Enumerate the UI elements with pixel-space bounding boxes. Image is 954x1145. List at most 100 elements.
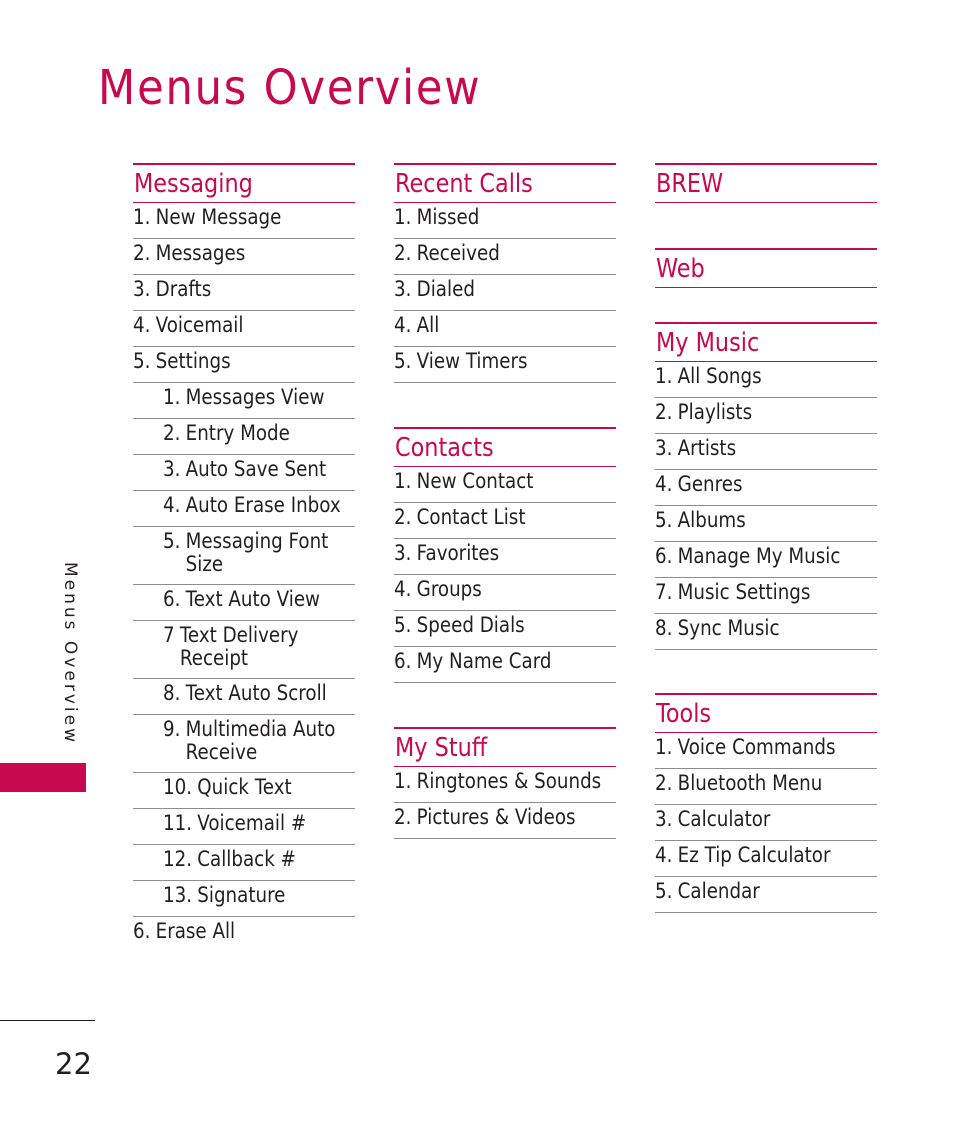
- menu-item: 4. Genres: [655, 470, 877, 506]
- menu-item: 1. New Message: [133, 203, 355, 239]
- menu-item-label: My Name Card: [416, 649, 552, 673]
- menu-item: 4. Groups: [394, 575, 616, 611]
- section-web: Web: [655, 248, 877, 288]
- section-brew: BREW: [655, 163, 877, 203]
- section-title: My Stuff: [395, 733, 488, 763]
- submenu-item: 2. Entry Mode: [133, 419, 355, 455]
- submenu-item: 6. Text Auto View: [133, 585, 355, 621]
- menu-item: 5. Calendar: [655, 877, 877, 913]
- menu-item-content: 10. Quick Text: [163, 776, 355, 799]
- menu-item: 1. Missed: [394, 203, 616, 239]
- menu-item-content: 5. Messaging Font Size: [163, 530, 355, 576]
- menu-item-number: 4.: [394, 313, 412, 337]
- section-tools: Tools 1. Voice Commands 2. Bluetooth Menu 3. C…: [655, 693, 877, 913]
- menu-item-content: 3. Favorites: [394, 542, 616, 565]
- menu-item-content: 8. Text Auto Scroll: [163, 682, 355, 705]
- menu-item-label: Voice Commands: [677, 735, 836, 759]
- section-title: Recent Calls: [395, 169, 533, 199]
- menu-item-content: 3. Auto Save Sent: [163, 458, 355, 481]
- menu-item-label: Multimedia Auto Receive: [185, 717, 336, 764]
- section-title: Contacts: [395, 433, 494, 463]
- menu-item-content: 8. Sync Music: [655, 617, 877, 640]
- section-header: Web: [655, 248, 877, 288]
- menu-item-label: Messages View: [185, 385, 325, 409]
- menu-item-content: 1. New Message: [133, 206, 355, 229]
- menu-item: 4. Voicemail: [133, 311, 355, 347]
- menu-item-content: 5. Calendar: [655, 880, 877, 903]
- menu-item-number: 12.: [163, 847, 193, 871]
- menu-item-label: New Message: [155, 205, 282, 229]
- menu-item: 6. My Name Card: [394, 647, 616, 683]
- menu-item-label: View Timers: [416, 349, 528, 373]
- menu-item-content: 6. My Name Card: [394, 650, 616, 673]
- menu-item-number: 1.: [133, 205, 151, 229]
- menu-item-label: Received: [416, 241, 500, 265]
- menu-item-content: 2. Received: [394, 242, 616, 265]
- menu-item-label: Missed: [416, 205, 480, 229]
- menu-item-content: 2. Contact List: [394, 506, 616, 529]
- menu-item: 5. View Timers: [394, 347, 616, 383]
- submenu-item: 10. Quick Text: [133, 773, 355, 809]
- menu-item: 1. Ringtones & Sounds: [394, 767, 616, 803]
- menu-item-label: Favorites: [416, 541, 500, 565]
- menu-item-content: 4. Genres: [655, 473, 877, 496]
- menu-item: 6. Manage My Music: [655, 542, 877, 578]
- menu-item-content: 4. Ez Tip Calculator: [655, 844, 877, 867]
- menu-item-label: Music Settings: [677, 580, 811, 604]
- menu-item: 3. Calculator: [655, 805, 877, 841]
- menu-item-number: 2.: [655, 400, 673, 424]
- menu-item-label: Genres: [677, 472, 743, 496]
- menu-item-number: 7: [163, 623, 175, 647]
- menu-item-number: 5.: [394, 349, 412, 373]
- section-header: Messaging: [133, 163, 355, 203]
- footer-rule: [0, 1020, 95, 1021]
- submenu-item: 4. Auto Erase Inbox: [133, 491, 355, 527]
- menu-item-number: 1.: [655, 735, 673, 759]
- menu-item-content: 3. Artists: [655, 437, 877, 460]
- menu-item: 2. Pictures & Videos: [394, 803, 616, 839]
- submenu-item: 3. Auto Save Sent: [133, 455, 355, 491]
- menu-item-number: 13.: [163, 883, 193, 907]
- menu-item-label: Calculator: [677, 807, 771, 831]
- menu-item-content: 2. Entry Mode: [163, 422, 355, 445]
- menu-item-label: Manage My Music: [677, 544, 841, 568]
- menu-item-label: Auto Erase Inbox: [185, 493, 341, 517]
- menu-list: 1. Ringtones & Sounds 2. Pictures & Videos: [394, 767, 616, 839]
- menu-item-label: Text Auto Scroll: [185, 681, 327, 705]
- menu-item-number: 5.: [394, 613, 412, 637]
- menu-item-label: Settings: [155, 349, 231, 373]
- menu-item-label: Erase All: [155, 919, 236, 943]
- menu-item-content: 9. Multimedia Auto Receive: [163, 718, 355, 764]
- submenu-item: 8. Text Auto Scroll: [133, 679, 355, 715]
- menu-item-content: 6. Erase All: [133, 920, 355, 943]
- menu-item-content: 7. Music Settings: [655, 581, 877, 604]
- menu-item-label: Artists: [677, 436, 737, 460]
- menu-item: 3. Artists: [655, 434, 877, 470]
- section-title: Messaging: [134, 169, 253, 199]
- menu-item-content: 5. Albums: [655, 509, 877, 532]
- menu-item-content: 2. Playlists: [655, 401, 877, 424]
- menu-item-label: New Contact: [416, 469, 534, 493]
- menu-item: 1. Voice Commands: [655, 733, 877, 769]
- section-header: BREW: [655, 163, 877, 203]
- menu-item-number: 2.: [394, 505, 412, 529]
- menu-item: 3. Favorites: [394, 539, 616, 575]
- menu-item-label: Entry Mode: [185, 421, 290, 445]
- menu-item: 4. All: [394, 311, 616, 347]
- menu-item-content: 5. View Timers: [394, 350, 616, 373]
- section-title: BREW: [656, 169, 724, 199]
- menu-item-number: 3.: [394, 277, 412, 301]
- section-recent-calls: Recent Calls 1. Missed 2. Received 3. Dialed 4.…: [394, 163, 616, 383]
- menu-item-number: 4.: [394, 577, 412, 601]
- menu-item: 2. Received: [394, 239, 616, 275]
- menu-item-content: 4. Groups: [394, 578, 616, 601]
- section-my-stuff: My Stuff 1. Ringtones & Sounds 2. Pictures &…: [394, 727, 616, 839]
- menu-item-label: All Songs: [677, 364, 762, 388]
- menu-item: 6. Erase All: [133, 917, 355, 953]
- side-section-label: Menus Overview: [60, 562, 80, 745]
- menu-item-label: All: [416, 313, 440, 337]
- menu-item-content: 7 Text Delivery Receipt: [163, 624, 355, 670]
- column-3: BREW Web My Music 1. All Songs 2. Playlists 3. A…: [655, 163, 877, 913]
- menu-item-label: Groups: [416, 577, 482, 601]
- menu-item-label: Messages: [155, 241, 246, 265]
